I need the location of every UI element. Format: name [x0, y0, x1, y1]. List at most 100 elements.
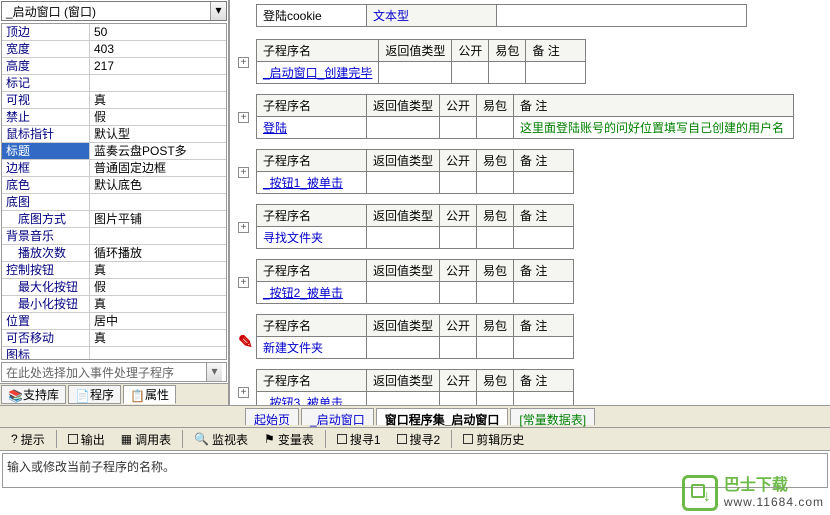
property-value[interactable]: 真: [90, 262, 226, 278]
tab-start-page[interactable]: 起始页: [245, 408, 299, 425]
var-type[interactable]: 文本型: [367, 5, 497, 27]
column-header: 公开: [452, 40, 489, 62]
property-value[interactable]: 50: [90, 24, 226, 40]
chevron-down-icon[interactable]: ▾: [206, 363, 222, 381]
property-value[interactable]: 假: [90, 109, 226, 125]
output-button[interactable]: 输出: [61, 428, 112, 451]
subroutine-table: 子程序名返回值类型公开易包备 注寻找文件夹: [256, 204, 574, 249]
property-row[interactable]: 播放次数循环播放: [2, 245, 226, 262]
expand-icon[interactable]: +: [238, 277, 249, 288]
tab-constants[interactable]: [常量数据表]: [510, 408, 595, 425]
property-value[interactable]: 默认型: [90, 126, 226, 142]
property-value[interactable]: 217: [90, 58, 226, 74]
watch-button[interactable]: 🔍监视表: [187, 428, 255, 451]
event-selector[interactable]: 在此处选择加入事件处理子程序 ▾: [1, 362, 227, 382]
property-value[interactable]: 默认底色: [90, 177, 226, 193]
subroutine-name-cell[interactable]: _按钮2_被单击: [257, 282, 367, 304]
property-row[interactable]: 可否移动真: [2, 330, 226, 347]
subroutine-name-cell[interactable]: _按钮1_被单击: [257, 172, 367, 194]
subroutine-name[interactable]: _按钮2_被单击: [263, 286, 343, 300]
property-value[interactable]: 真: [90, 92, 226, 108]
subroutine-name-cell[interactable]: 寻找文件夹: [257, 227, 367, 249]
expand-icon[interactable]: +: [238, 112, 249, 123]
property-row[interactable]: 高度217: [2, 58, 226, 75]
property-row[interactable]: 标记: [2, 75, 226, 92]
property-row[interactable]: 最大化按钮假: [2, 279, 226, 296]
property-value[interactable]: [90, 194, 226, 210]
watermark-url: www.11684.com: [724, 495, 824, 509]
expand-icon[interactable]: +: [238, 167, 249, 178]
object-selector-text: _启动窗口 (窗口): [2, 1, 210, 22]
column-header: 子程序名: [257, 40, 379, 62]
subroutine-name[interactable]: 寻找文件夹: [263, 231, 323, 245]
property-row[interactable]: 可视真: [2, 92, 226, 109]
edit-marker-icon[interactable]: ✎: [238, 332, 253, 353]
document-tabs: 起始页 _启动窗口 窗口程序集_启动窗口 [常量数据表]: [0, 405, 830, 427]
column-header: 子程序名: [257, 315, 367, 337]
property-row[interactable]: 位置居中: [2, 313, 226, 330]
property-value[interactable]: [90, 347, 226, 360]
tab-window-procedures[interactable]: 窗口程序集_启动窗口: [376, 408, 509, 425]
subroutine-name-cell[interactable]: _启动窗口_创建完毕: [257, 62, 379, 84]
property-value[interactable]: 假: [90, 279, 226, 295]
property-row[interactable]: 图标: [2, 347, 226, 360]
property-row[interactable]: 禁止假: [2, 109, 226, 126]
tab-program[interactable]: 📄程序: [68, 385, 121, 404]
subroutine-table: 子程序名返回值类型公开易包备 注_启动窗口_创建完毕: [256, 39, 586, 84]
property-value[interactable]: 真: [90, 330, 226, 346]
column-header: 返回值类型: [367, 95, 440, 117]
property-row[interactable]: 顶边50: [2, 24, 226, 41]
property-value[interactable]: 蓝奏云盘POST多: [90, 143, 226, 159]
tab-support-lib[interactable]: 📚支持库: [1, 385, 66, 404]
expand-icon[interactable]: +: [238, 222, 249, 233]
search2-button[interactable]: 搜寻2: [390, 428, 448, 451]
property-value[interactable]: 普通固定边框: [90, 160, 226, 176]
property-row[interactable]: 背景音乐: [2, 228, 226, 245]
property-row[interactable]: 最小化按钮真: [2, 296, 226, 313]
subroutine-name[interactable]: 新建文件夹: [263, 341, 323, 355]
calltable-button[interactable]: ▦调用表: [114, 428, 178, 451]
property-row[interactable]: 鼠标指针默认型: [2, 126, 226, 143]
property-value[interactable]: 403: [90, 41, 226, 57]
subroutine-name-cell[interactable]: 新建文件夹: [257, 337, 367, 359]
property-row[interactable]: 宽度403: [2, 41, 226, 58]
grid-icon: ▦: [121, 432, 132, 446]
tab-startup-window[interactable]: _启动窗口: [301, 408, 374, 425]
chevron-down-icon[interactable]: ▾: [210, 2, 226, 20]
subroutine-name-cell[interactable]: _按钮3_被单击: [257, 392, 367, 406]
bottom-toolbar: ?提示 输出 ▦调用表 🔍监视表 ⚑变量表 搜寻1 搜寻2 剪辑历史: [0, 427, 830, 451]
flag-icon: ⚑: [264, 432, 275, 446]
property-value[interactable]: [90, 228, 226, 244]
property-row[interactable]: 边框普通固定边框: [2, 160, 226, 177]
property-row[interactable]: 底色默认底色: [2, 177, 226, 194]
property-row[interactable]: 控制按钮真: [2, 262, 226, 279]
property-value[interactable]: 真: [90, 296, 226, 312]
subroutine-name[interactable]: 登陆: [263, 121, 287, 135]
cliphistory-button[interactable]: 剪辑历史: [456, 428, 531, 451]
subroutine-note[interactable]: 这里面登陆账号的问好位置填写自己创建的用户名: [514, 117, 794, 139]
subroutine-name[interactable]: _按钮3_被单击: [263, 396, 343, 405]
property-row[interactable]: 底图方式图片平铺: [2, 211, 226, 228]
var-name[interactable]: 登陆cookie: [257, 5, 367, 27]
tip-button[interactable]: ?提示: [4, 428, 52, 451]
property-value[interactable]: 循环播放: [90, 245, 226, 261]
subroutine-name[interactable]: _按钮1_被单击: [263, 176, 343, 190]
vartable-button[interactable]: ⚑变量表: [257, 428, 321, 451]
object-selector[interactable]: _启动窗口 (窗口) ▾: [1, 1, 227, 21]
expand-icon[interactable]: +: [238, 57, 249, 68]
property-value[interactable]: 居中: [90, 313, 226, 329]
subroutine-name-cell[interactable]: 登陆: [257, 117, 367, 139]
code-editor[interactable]: 登陆cookie 文本型 + 子程序名返回值类型公开易包备 注_启动窗口_创建完毕…: [230, 0, 830, 405]
expand-icon[interactable]: +: [238, 387, 249, 398]
subroutine-name[interactable]: _启动窗口_创建完毕: [263, 66, 372, 80]
tab-properties[interactable]: 📋属性: [123, 385, 176, 404]
property-grid[interactable]: 顶边50宽度403高度217标记可视真禁止假鼠标指针默认型标题蓝奏云盘POST多…: [1, 23, 227, 360]
property-row[interactable]: 底图: [2, 194, 226, 211]
subroutine-table: 子程序名返回值类型公开易包备 注_按钮3_被单击: [256, 369, 574, 405]
property-label: 标记: [2, 75, 90, 91]
property-row[interactable]: 标题蓝奏云盘POST多: [2, 143, 226, 160]
property-value[interactable]: [90, 75, 226, 91]
column-header: 备 注: [514, 260, 574, 282]
search1-button[interactable]: 搜寻1: [330, 428, 388, 451]
property-value[interactable]: 图片平铺: [90, 211, 226, 227]
